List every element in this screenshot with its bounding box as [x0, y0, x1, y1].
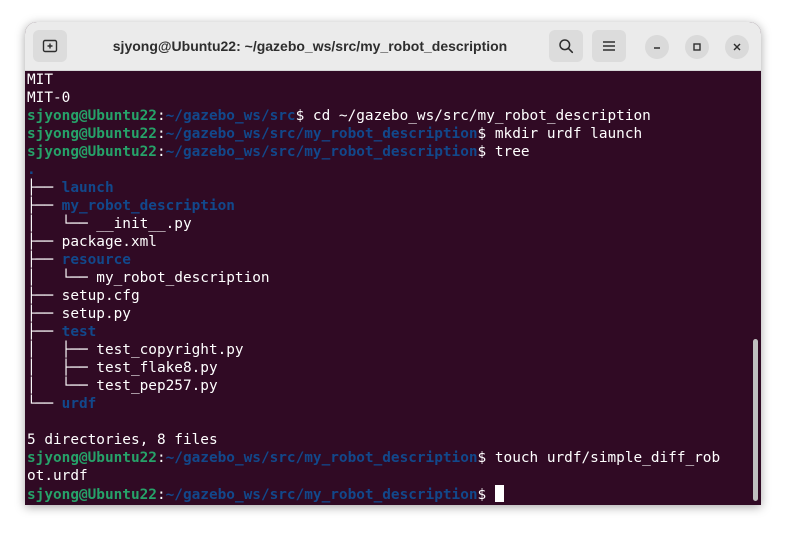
minimize-button[interactable]: [645, 35, 669, 59]
terminal-text: ot.urdf: [27, 468, 88, 484]
close-button[interactable]: [725, 35, 749, 59]
terminal-text: :: [156, 450, 166, 466]
terminal-text: ├──: [27, 198, 62, 214]
terminal-line: ├── setup.cfg: [27, 287, 749, 305]
terminal-text: $ tree: [477, 144, 530, 160]
terminal-text: $ touch urdf/simple_diff_rob: [477, 450, 721, 466]
terminal-line: 5 directories, 8 files: [27, 431, 749, 449]
terminal-line: │ ├── test_flake8.py: [27, 359, 749, 377]
terminal-line: ├── my_robot_description: [27, 197, 749, 215]
terminal-line: ├── setup.py: [27, 305, 749, 323]
window-title: sjyong@Ubuntu22: ~/gazebo_ws/src/my_robo…: [112, 38, 508, 54]
prompt-path: ~/gazebo_ws/src/my_robot_description: [165, 126, 478, 142]
terminal-line: sjyong@Ubuntu22:~/gazebo_ws/src/my_robot…: [27, 143, 749, 161]
new-tab-button[interactable]: [33, 30, 67, 62]
terminal-text: MIT: [27, 72, 53, 88]
minimize-icon: [654, 47, 660, 49]
terminal-text: └──: [27, 396, 62, 412]
directory-name: launch: [61, 180, 114, 196]
terminal-line: │ ├── test_copyright.py: [27, 341, 749, 359]
terminal-line: sjyong@Ubuntu22:~/gazebo_ws/src/my_robot…: [27, 449, 749, 467]
terminal-text: │ └── test_pep257.py: [27, 378, 218, 394]
menu-button[interactable]: [592, 30, 626, 62]
directory-name: .: [27, 162, 36, 178]
terminal-window: sjyong@Ubuntu22: ~/gazebo_ws/src/my_robo…: [25, 22, 761, 505]
terminal-line: MIT: [27, 71, 749, 89]
terminal-text: MIT-0: [27, 90, 71, 106]
terminal-text: :: [156, 144, 166, 160]
directory-name: my_robot_description: [61, 198, 235, 214]
terminal-line: sjyong@Ubuntu22:~/gazebo_ws/src/my_robot…: [27, 125, 749, 143]
terminal-line: │ └── test_pep257.py: [27, 377, 749, 395]
terminal-line: ├── package.xml: [27, 233, 749, 251]
terminal-output[interactable]: MIT MIT-0 sjyong@Ubuntu22:~/gazebo_ws/src$…: [25, 71, 761, 505]
terminal-text: :: [156, 108, 166, 124]
title-bar[interactable]: sjyong@Ubuntu22: ~/gazebo_ws/src/my_robo…: [25, 22, 761, 71]
search-icon: [559, 39, 574, 54]
terminal-text: $: [477, 487, 495, 503]
prompt-user: sjyong@Ubuntu22: [27, 108, 157, 124]
hamburger-menu-icon: [603, 41, 615, 51]
prompt-path: ~/gazebo_ws/src/my_robot_description: [165, 144, 478, 160]
terminal-line: │ └── __init__.py: [27, 215, 749, 233]
terminal-line: MIT-0: [27, 89, 749, 107]
close-icon: [733, 43, 741, 51]
terminal-text: ├──: [27, 324, 62, 340]
prompt-user: sjyong@Ubuntu22: [27, 144, 157, 160]
directory-name: test: [61, 324, 97, 340]
directory-name: urdf: [61, 396, 97, 412]
terminal-text: │ ├── test_flake8.py: [27, 360, 218, 376]
terminal-line: ot.urdf: [27, 467, 749, 485]
terminal-text: │ ├── test_copyright.py: [27, 342, 244, 358]
search-button[interactable]: [549, 30, 583, 62]
prompt-user: sjyong@Ubuntu22: [27, 487, 157, 503]
maximize-icon: [693, 43, 701, 51]
terminal-text: $ mkdir urdf launch: [477, 126, 643, 142]
terminal-line: sjyong@Ubuntu22:~/gazebo_ws/src$ cd ~/ga…: [27, 107, 749, 125]
scrollbar-thumb[interactable]: [753, 339, 758, 501]
terminal-line: ├── launch: [27, 179, 749, 197]
terminal-line: └── urdf: [27, 395, 749, 413]
new-tab-icon: [42, 39, 58, 53]
terminal-text: :: [156, 487, 166, 503]
terminal-text: ├──: [27, 252, 62, 268]
text-cursor: [494, 485, 504, 502]
terminal-line: sjyong@Ubuntu22:~/gazebo_ws/src/my_robot…: [27, 485, 749, 503]
prompt-path: ~/gazebo_ws/src: [165, 108, 296, 124]
terminal-text: ├── setup.py: [27, 306, 131, 322]
terminal-text: ├── setup.cfg: [27, 288, 140, 304]
terminal-line: .: [27, 161, 749, 179]
prompt-path: ~/gazebo_ws/src/my_robot_description: [165, 487, 478, 503]
terminal-text: │ └── __init__.py: [27, 216, 192, 232]
prompt-user: sjyong@Ubuntu22: [27, 126, 157, 142]
terminal-text: ├──: [27, 180, 62, 196]
terminal-line: ├── test: [27, 323, 749, 341]
directory-name: resource: [61, 252, 131, 268]
prompt-user: sjyong@Ubuntu22: [27, 450, 157, 466]
terminal-text: 5 directories, 8 files: [27, 432, 218, 448]
terminal-line: ├── resource: [27, 251, 749, 269]
terminal-text: :: [156, 126, 166, 142]
terminal-text: $ cd ~/gazebo_ws/src/my_robot_descriptio…: [295, 108, 651, 124]
terminal-lines: MIT MIT-0 sjyong@Ubuntu22:~/gazebo_ws/src$…: [27, 71, 749, 503]
terminal-text: │ └── my_robot_description: [27, 270, 270, 286]
maximize-button[interactable]: [685, 35, 709, 59]
prompt-path: ~/gazebo_ws/src/my_robot_description: [165, 450, 478, 466]
terminal-text: ├── package.xml: [27, 234, 157, 250]
terminal-line: │ └── my_robot_description: [27, 269, 749, 287]
